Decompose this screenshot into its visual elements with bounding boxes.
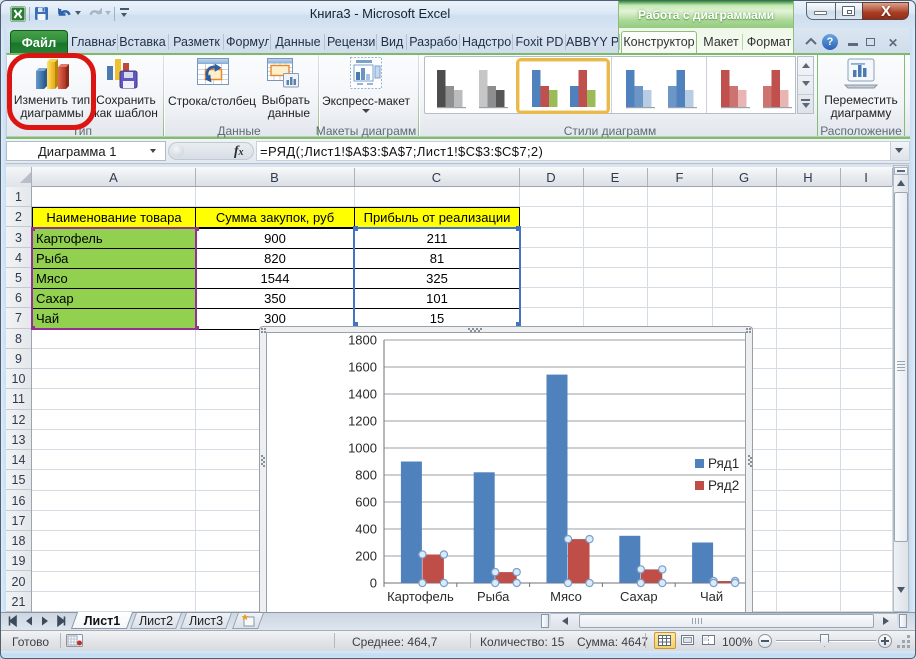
svg-text:Чай: Чай [700,589,723,604]
svg-text:Ряд2: Ряд2 [708,478,739,493]
svg-text:Рыба: Рыба [477,589,510,604]
svg-text:Картофель: Картофель [387,589,454,604]
svg-text:1200: 1200 [348,414,377,429]
svg-text:Сахар: Сахар [620,589,658,604]
svg-text:1800: 1800 [348,333,377,348]
svg-text:1400: 1400 [348,387,377,402]
svg-text:800: 800 [355,468,377,483]
svg-text:0: 0 [370,576,377,591]
svg-text:400: 400 [355,522,377,537]
svg-text:Ряд1: Ряд1 [708,456,739,471]
svg-text:200: 200 [355,549,377,564]
svg-text:1000: 1000 [348,441,377,456]
svg-text:1600: 1600 [348,360,377,375]
svg-text:Мясо: Мясо [550,589,582,604]
svg-text:600: 600 [355,495,377,510]
